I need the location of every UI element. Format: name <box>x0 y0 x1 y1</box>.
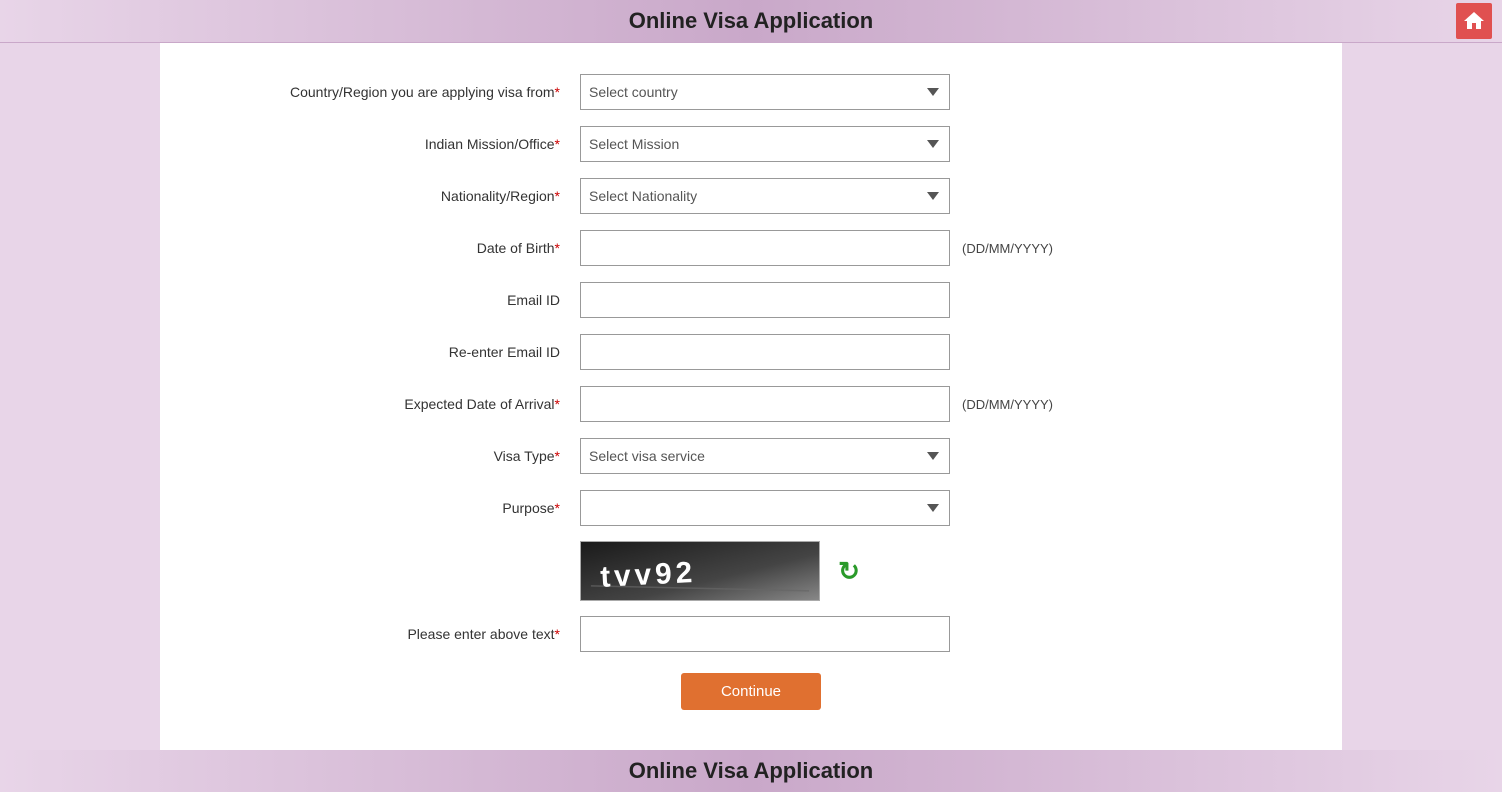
visa-type-select[interactable]: Select visa service <box>580 438 950 474</box>
dob-hint: (DD/MM/YYYY) <box>962 241 1053 256</box>
captcha-image: tvv92 <box>580 541 820 601</box>
arrival-input[interactable] <box>580 386 950 422</box>
dob-required: * <box>555 240 560 256</box>
mission-required: * <box>555 136 560 152</box>
page-title: Online Visa Application <box>0 8 1502 34</box>
visa-type-row: Visa Type* Select visa service <box>200 437 1302 475</box>
captcha-image-row: tvv92 ↻ <box>200 541 1302 601</box>
arrival-label: Expected Date of Arrival* <box>200 396 580 412</box>
email-input[interactable] <box>580 282 950 318</box>
nationality-select[interactable]: Select Nationality <box>580 178 950 214</box>
country-label: Country/Region you are applying visa fro… <box>200 84 580 100</box>
dob-input[interactable] <box>580 230 950 266</box>
captcha-required: * <box>555 626 560 642</box>
continue-row: Continue <box>200 673 1302 710</box>
captcha-svg: tvv92 <box>581 541 819 601</box>
header-bar: Online Visa Application <box>0 0 1502 43</box>
country-select[interactable]: Select country <box>580 74 950 110</box>
page-wrapper: Online Visa Application Country/Region y… <box>0 0 1502 792</box>
continue-button[interactable]: Continue <box>681 673 821 710</box>
purpose-row: Purpose* <box>200 489 1302 527</box>
arrival-row: Expected Date of Arrival* (DD/MM/YYYY) <box>200 385 1302 423</box>
captcha-area: tvv92 ↻ <box>580 541 864 601</box>
footer-title: Online Visa Application <box>0 758 1502 784</box>
svg-text:tvv92: tvv92 <box>599 556 697 594</box>
mission-row: Indian Mission/Office* Select Mission <box>200 125 1302 163</box>
purpose-select[interactable] <box>580 490 950 526</box>
arrival-required: * <box>555 396 560 412</box>
arrival-hint: (DD/MM/YYYY) <box>962 397 1053 412</box>
dob-label: Date of Birth* <box>200 240 580 256</box>
purpose-label: Purpose* <box>200 500 580 516</box>
country-row: Country/Region you are applying visa fro… <box>200 73 1302 111</box>
home-icon-container <box>1456 3 1492 39</box>
nationality-required: * <box>555 188 560 204</box>
country-required: * <box>555 84 560 100</box>
footer-bar: Online Visa Application <box>0 750 1502 792</box>
home-svg <box>1462 9 1486 33</box>
main-content: Country/Region you are applying visa fro… <box>160 43 1342 750</box>
re-email-label: Re-enter Email ID <box>200 344 580 360</box>
email-row: Email ID <box>200 281 1302 319</box>
email-label: Email ID <box>200 292 580 308</box>
visa-type-label: Visa Type* <box>200 448 580 464</box>
nationality-label: Nationality/Region* <box>200 188 580 204</box>
home-icon[interactable] <box>1456 3 1492 39</box>
nationality-row: Nationality/Region* Select Nationality <box>200 177 1302 215</box>
mission-select[interactable]: Select Mission <box>580 126 950 162</box>
visa-type-required: * <box>555 448 560 464</box>
captcha-input-row: Please enter above text* <box>200 615 1302 653</box>
form-container: Country/Region you are applying visa fro… <box>160 63 1342 720</box>
mission-label: Indian Mission/Office* <box>200 136 580 152</box>
re-email-input[interactable] <box>580 334 950 370</box>
captcha-input-label: Please enter above text* <box>200 626 580 642</box>
purpose-required: * <box>555 500 560 516</box>
captcha-input[interactable] <box>580 616 950 652</box>
dob-row: Date of Birth* (DD/MM/YYYY) <box>200 229 1302 267</box>
re-email-row: Re-enter Email ID <box>200 333 1302 371</box>
refresh-captcha-button[interactable]: ↻ <box>834 556 864 586</box>
